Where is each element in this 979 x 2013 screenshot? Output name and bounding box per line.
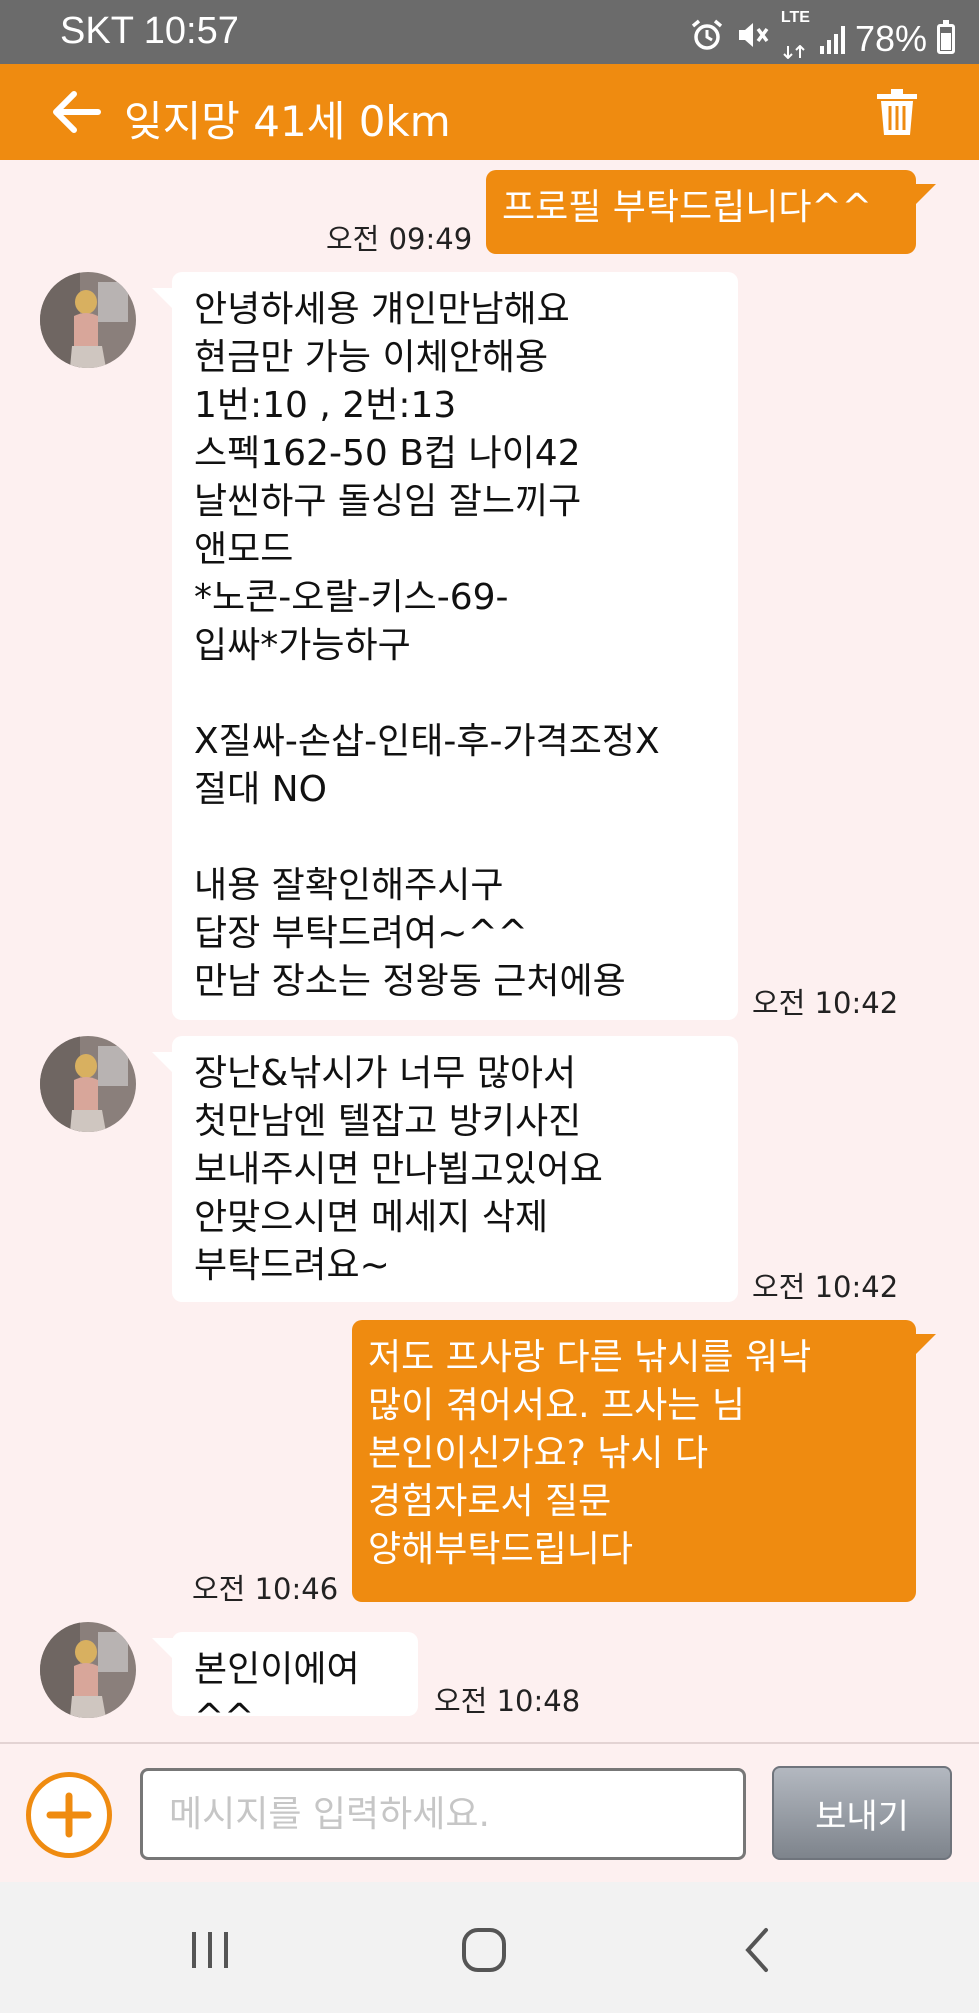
status-bar: SKT 10:57 LTE 78% [0, 0, 979, 64]
battery-icon [937, 20, 955, 54]
chat-header: 잊지망 41세 0km [0, 64, 979, 160]
system-nav-bar [0, 1882, 979, 2013]
message-time: 오전 10:48 [434, 1684, 581, 1718]
bubble-tail [914, 184, 936, 206]
home-icon [462, 1928, 506, 1972]
plus-circle-icon [46, 1792, 92, 1838]
message-list[interactable]: 오전 09:49 프로필 부탁드립니다^^ 안녕하세용 걔인만남해요 현금만 가… [0, 160, 979, 1742]
recent-apps-button[interactable] [170, 1918, 250, 1982]
back-icon [745, 1928, 768, 1972]
avatar-photo [40, 1036, 136, 1132]
message-time: 오전 09:49 [326, 222, 473, 256]
outgoing-message[interactable]: 저도 프사랑 다른 낚시를 워낙 많이 겪어서요. 프사는 님 본인이신가요? … [352, 1320, 916, 1602]
network-label: LTE [780, 9, 810, 26]
arrow-left-icon[interactable] [50, 88, 102, 136]
trash-icon[interactable] [875, 88, 919, 136]
incoming-message[interactable]: 장난&낚시가 너무 많아서 첫만남엔 텔잡고 방키사진 보내주시면 만나뵙고있어… [172, 1036, 738, 1302]
status-right: LTE 78% [689, 10, 955, 68]
avatar[interactable] [40, 272, 136, 368]
outgoing-message[interactable]: 프로필 부탁드립니다^^ [486, 170, 916, 254]
bubble-tail [152, 1638, 174, 1660]
incoming-message[interactable]: 본인이에여^^ [172, 1632, 418, 1738]
attach-button[interactable] [26, 1772, 112, 1858]
message-time: 오전 10:42 [752, 1270, 899, 1304]
avatar[interactable] [40, 1622, 136, 1718]
message-time: 오전 10:42 [752, 986, 899, 1020]
mute-icon [735, 17, 771, 62]
incoming-message[interactable]: 안녕하세용 걔인만남해요 현금만 가능 이체안해용 1번:10 , 2번:13 … [172, 272, 738, 1020]
battery-label: 78% [854, 18, 927, 59]
bubble-tail [152, 288, 174, 310]
bubble-tail [152, 1052, 174, 1074]
message-input[interactable] [140, 1768, 746, 1860]
recent-apps-icon [192, 1932, 228, 1968]
status-left: SKT 10:57 [60, 10, 239, 53]
clock: 10:57 [143, 10, 239, 52]
signal-icon [819, 24, 845, 54]
bubble-tail [914, 1334, 936, 1356]
back-button[interactable] [718, 1918, 798, 1982]
avatar[interactable] [40, 1036, 136, 1132]
avatar-photo [40, 1622, 136, 1718]
send-button[interactable]: 보내기 [772, 1766, 952, 1860]
message-time: 오전 10:46 [192, 1572, 339, 1606]
chat-title: 잊지망 41세 0km [124, 97, 451, 146]
alarm-icon [689, 17, 725, 62]
lte-icon: LTE [781, 10, 810, 68]
home-button[interactable] [444, 1918, 524, 1982]
avatar-photo [40, 272, 136, 368]
composer-bar: 보내기 [0, 1742, 979, 1882]
carrier-label: SKT [60, 10, 134, 52]
